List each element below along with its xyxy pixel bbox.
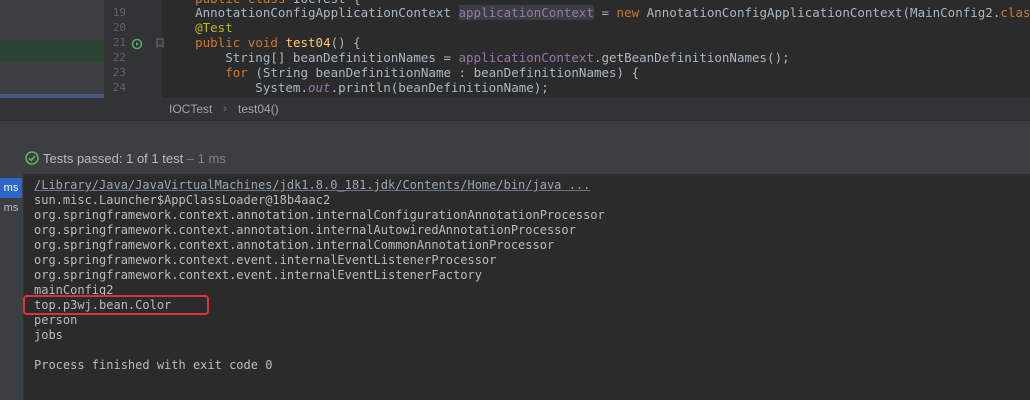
- breadcrumb-method[interactable]: test04(): [238, 102, 279, 116]
- test-status-bar: Tests passed: 1 of 1 test – 1 ms: [0, 144, 1030, 174]
- code-line: 23 for (String beanDefinitionName : bean…: [0, 65, 1030, 80]
- console-line: org.springframework.context.annotation.i…: [34, 208, 605, 222]
- code-text: for (String beanDefinitionName : beanDef…: [225, 65, 640, 80]
- console-line: jobs: [34, 328, 63, 342]
- code-line: 22 String[] beanDefinitionNames = applic…: [0, 50, 1030, 65]
- breadcrumb-separator: ›: [223, 101, 227, 115]
- tests-passed-label: Tests passed:: [43, 151, 127, 166]
- code-line: 20 @Test: [0, 20, 1030, 35]
- line-number: 22: [112, 51, 126, 64]
- test-duration: – 1 ms: [183, 151, 226, 166]
- code-line: 24 System.out.println(beanDefinitionName…: [0, 80, 1030, 95]
- test-tree-item[interactable]: ms: [0, 198, 22, 218]
- highlight-annotation-box: [23, 295, 209, 315]
- console-line: org.springframework.context.annotation.i…: [34, 238, 555, 252]
- console-output[interactable]: /Library/Java/JavaVirtualMachines/jdk1.8…: [24, 174, 1030, 400]
- line-number: 24: [112, 81, 126, 94]
- test-tree: ms ms: [0, 174, 24, 400]
- code-text: String[] beanDefinitionNames = applicati…: [165, 50, 790, 65]
- test-status-text: Tests passed: 1 of 1 test – 1 ms: [43, 151, 226, 166]
- line-number: 19: [112, 6, 126, 19]
- breadcrumb-class[interactable]: IOCTest: [169, 102, 212, 116]
- console-line: org.springframework.context.event.intern…: [34, 253, 497, 267]
- code-text: public void test04() {: [195, 35, 361, 50]
- test-tree-item[interactable]: ms: [0, 178, 22, 198]
- process-exit-line: Process finished with exit code 0: [34, 358, 273, 372]
- run-toolwindow-header: [0, 120, 1030, 145]
- java-command-line[interactable]: /Library/Java/JavaVirtualMachines/jdk1.8…: [34, 178, 590, 193]
- breadcrumb: IOCTest › test04(): [0, 98, 1030, 120]
- check-circle-icon: [25, 151, 39, 165]
- line-number: 21: [112, 36, 126, 49]
- console-line: org.springframework.context.annotation.i…: [34, 223, 576, 237]
- line-number: 23: [112, 66, 126, 79]
- code-text: @Test: [195, 20, 233, 35]
- console-line: org.springframework.context.event.intern…: [34, 268, 482, 282]
- line-number: 20: [112, 21, 126, 34]
- console-line: person: [34, 313, 78, 327]
- tests-total-label: of 1 test: [133, 151, 184, 166]
- code-editor[interactable]: public class IOCTest {19 AnnotationConfi…: [0, 0, 1030, 98]
- code-text: System.out.println(beanDefinitionName);: [165, 80, 549, 95]
- code-line: 21 public void test04() {: [0, 35, 1030, 50]
- code-line: 19 AnnotationConfigApplicationContext ap…: [0, 5, 1030, 20]
- code-text: AnnotationConfigApplicationContext appli…: [165, 5, 1030, 20]
- console-line: sun.misc.Launcher$AppClassLoader@18b4aac…: [34, 193, 331, 207]
